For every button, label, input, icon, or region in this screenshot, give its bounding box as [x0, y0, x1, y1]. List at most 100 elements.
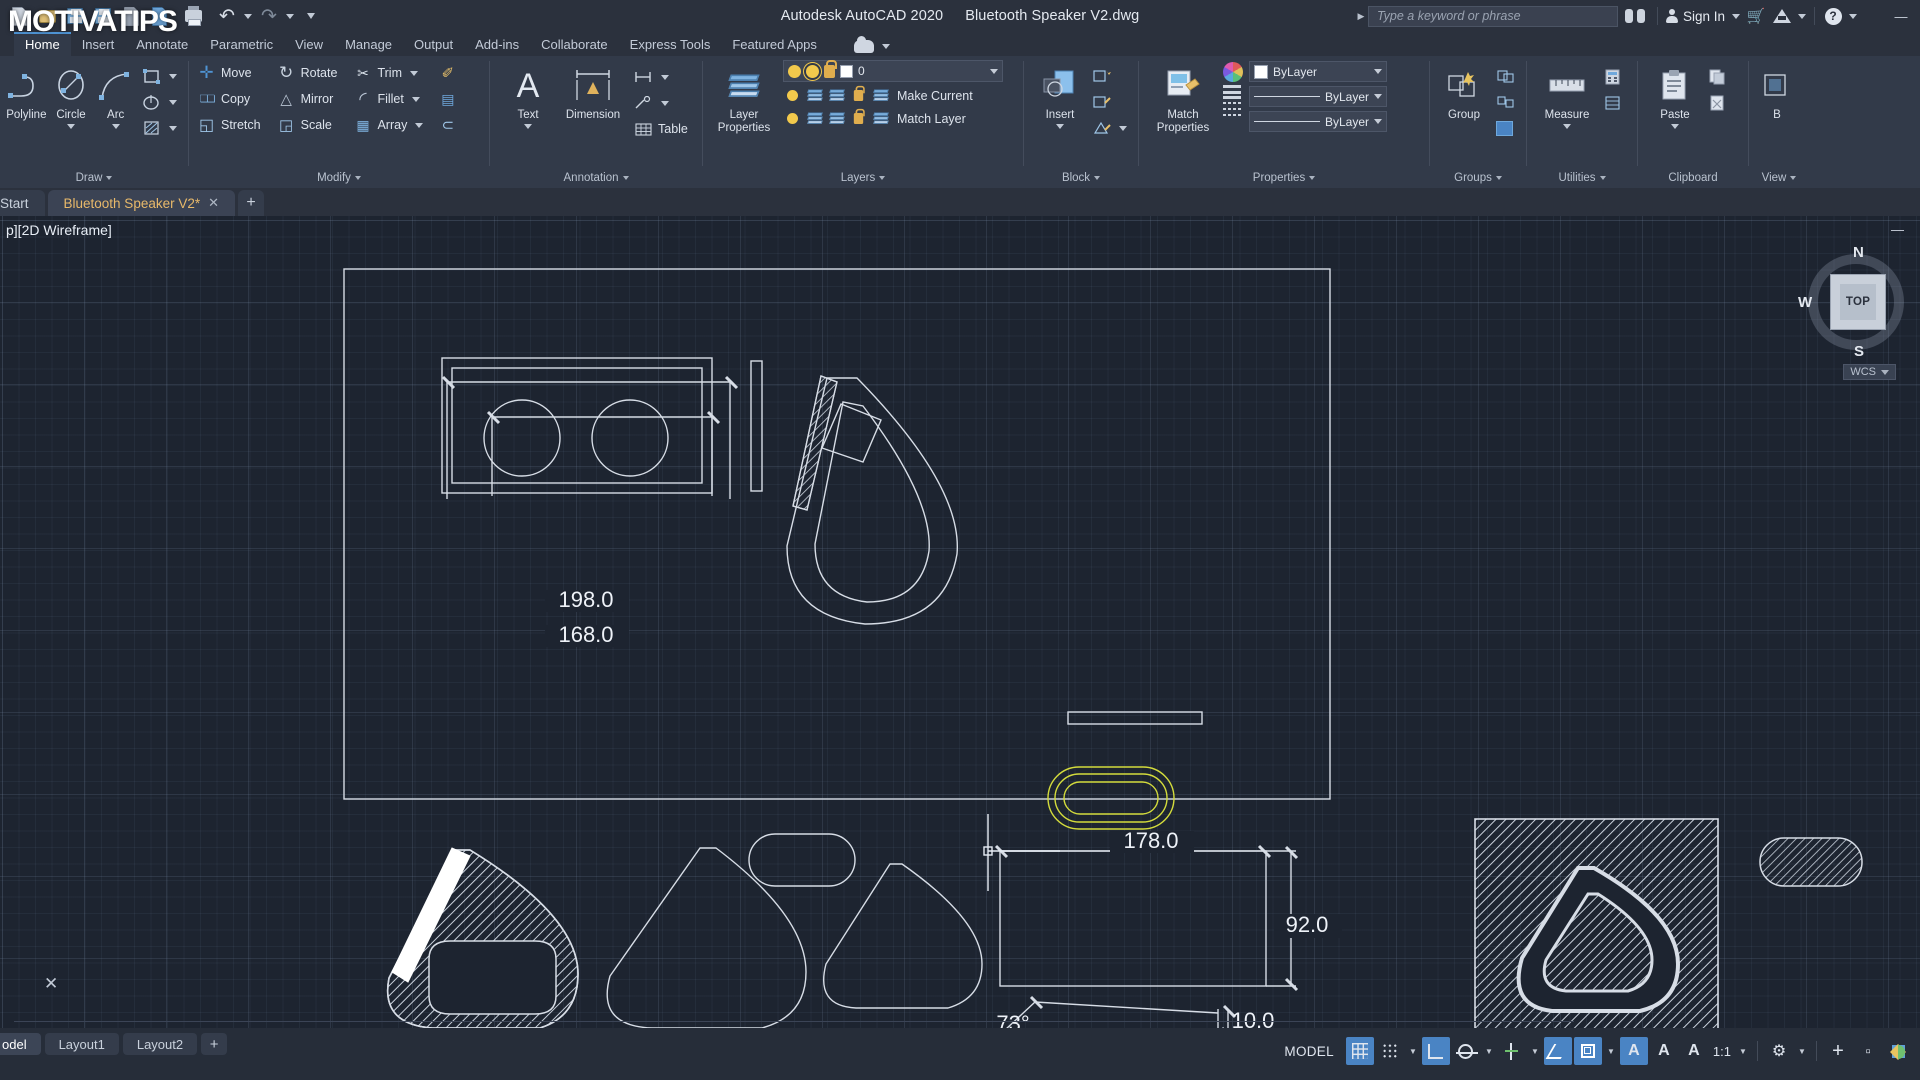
circle-button[interactable]: Circle [49, 60, 94, 129]
id-point-button[interactable] [1599, 90, 1626, 116]
autoscale-button[interactable]: A [1650, 1037, 1678, 1065]
dimstyle-dropdown-icon[interactable] [661, 75, 669, 80]
object-lineweight-dropdown-icon[interactable] [1374, 94, 1382, 99]
object-lineweight-selector[interactable]: ByLayer [1249, 86, 1387, 107]
layout-tab-layout2[interactable]: Layout2 [123, 1033, 197, 1055]
layer-color-swatch[interactable] [840, 65, 853, 78]
cloud-button[interactable] [854, 40, 893, 56]
layout-tab-model[interactable]: odel [0, 1033, 41, 1055]
attribute-dropdown-icon[interactable] [1119, 126, 1127, 131]
object-linetype-dropdown-icon[interactable] [1374, 119, 1382, 124]
tab-output[interactable]: Output [403, 34, 464, 56]
layout-tab-layout1[interactable]: Layout1 [45, 1033, 119, 1055]
match-properties-button[interactable]: Match Properties [1147, 60, 1219, 134]
object-snap-tracking-button[interactable] [1574, 1037, 1602, 1065]
rotate-button[interactable]: Rotate [273, 60, 342, 86]
minimize-button[interactable]: — [1886, 0, 1916, 32]
tab-insert[interactable]: Insert [71, 34, 126, 56]
customization-button[interactable] [1884, 1037, 1912, 1065]
cloud-dropdown-icon[interactable] [882, 44, 890, 49]
redo-dropdown-icon[interactable] [284, 3, 296, 29]
object-linetype-selector[interactable]: ByLayer [1249, 111, 1387, 132]
workspace-dropdown-icon[interactable]: ▼ [1795, 1037, 1809, 1065]
signin-dropdown-icon[interactable] [1729, 3, 1743, 29]
scale-button[interactable]: Scale [273, 112, 342, 138]
attribute-button[interactable] [1088, 115, 1134, 141]
copy-clip-button[interactable] [1704, 64, 1731, 90]
binoculars-icon[interactable] [1624, 7, 1646, 25]
open-folder-icon[interactable] [34, 3, 60, 29]
quickcalc-button[interactable] [1599, 64, 1626, 90]
fillet-button[interactable]: Fillet [349, 86, 430, 112]
layer-unisolate-icon[interactable] [805, 109, 824, 128]
save-icon[interactable] [62, 3, 88, 29]
panel-draw-expand-icon[interactable] [106, 176, 112, 180]
annotation-visibility-button[interactable]: A [1620, 1037, 1648, 1065]
layer-lock-icon[interactable] [849, 86, 868, 105]
object-color-selector[interactable]: ByLayer [1249, 61, 1387, 82]
layer-off-icon[interactable] [805, 86, 824, 105]
cut-clip-button[interactable] [1704, 90, 1731, 116]
make-current-icon[interactable] [871, 86, 890, 105]
text-button[interactable]: A Text [500, 60, 556, 129]
panel-groups-expand-icon[interactable] [1496, 176, 1502, 180]
polyline-button[interactable]: Polyline [4, 60, 49, 122]
tab-addins[interactable]: Add-ins [464, 34, 530, 56]
customize-qat-icon[interactable] [298, 3, 324, 29]
redo-icon[interactable]: ↷ [256, 3, 282, 29]
layer-unlock-all-icon[interactable] [849, 109, 868, 128]
erase-button[interactable] [434, 60, 461, 86]
base-view-button[interactable]: B [1755, 60, 1799, 122]
search-input[interactable]: Type a keyword or phrase [1368, 6, 1618, 27]
layer-thaw-all-icon[interactable] [827, 109, 846, 128]
hatch-button[interactable] [138, 115, 184, 141]
isometric-drafting-button[interactable] [1544, 1037, 1572, 1065]
tab-collaborate[interactable]: Collaborate [530, 34, 619, 56]
ellipse-button[interactable] [138, 89, 184, 115]
tab-featured-apps[interactable]: Featured Apps [721, 34, 828, 56]
layer-unlock-icon[interactable] [824, 65, 835, 78]
object-color-dropdown-icon[interactable] [1374, 69, 1382, 74]
panel-utilities-expand-icon[interactable] [1600, 176, 1606, 180]
layer-isolate-icon[interactable] [783, 86, 802, 105]
cad-geometry[interactable]: 198.0 168.0 178.0 92.0 73° 10.0 198.0 16… [0, 216, 1920, 1028]
layer-dropdown-icon[interactable] [990, 69, 998, 74]
close-icon[interactable]: ✕ [208, 195, 219, 211]
new-file-tab-button[interactable]: + [238, 190, 264, 216]
panel-modify-expand-icon[interactable] [355, 176, 361, 180]
tab-home[interactable]: Home [14, 32, 71, 56]
undo-dropdown-icon[interactable] [242, 3, 254, 29]
command-line-close-icon[interactable]: ✕ [44, 974, 58, 994]
trim-button[interactable]: Trim [349, 60, 430, 86]
sign-in-button[interactable]: Sign In [1683, 9, 1725, 24]
explode-button[interactable] [434, 86, 461, 112]
snap-dropdown-icon[interactable]: ▼ [1406, 1037, 1420, 1065]
panel-view-expand-icon[interactable] [1790, 176, 1796, 180]
scale-dropdown-icon[interactable]: ▼ [1736, 1037, 1750, 1065]
cart-icon[interactable]: 🛒 [1743, 3, 1769, 29]
print-icon[interactable] [180, 3, 206, 29]
measure-dropdown-icon[interactable] [1563, 124, 1571, 129]
otrack-dropdown-icon[interactable]: ▼ [1604, 1037, 1618, 1065]
rectangle-button[interactable] [138, 63, 184, 89]
ortho-mode-button[interactable] [1422, 1037, 1450, 1065]
hatch-dropdown-icon[interactable] [169, 126, 177, 131]
export-icon[interactable] [118, 3, 144, 29]
ellipse-dropdown-icon[interactable] [169, 100, 177, 105]
hardware-acceleration-button[interactable]: + [1824, 1037, 1852, 1065]
group-button[interactable]: Group [1436, 60, 1492, 122]
help-icon[interactable]: ? [1820, 3, 1846, 29]
color-wheel-icon[interactable] [1223, 62, 1243, 82]
autodesk-dropdown-icon[interactable] [1795, 3, 1809, 29]
paste-dropdown-icon[interactable] [1671, 124, 1679, 129]
layer-selector[interactable]: 0 [783, 60, 1003, 82]
edit-block-button[interactable] [1088, 89, 1134, 115]
circle-dropdown-icon[interactable] [67, 124, 75, 129]
array-button[interactable]: Array [349, 112, 430, 138]
match-layer-icon[interactable] [871, 109, 890, 128]
polar-dropdown-icon[interactable]: ▼ [1482, 1037, 1496, 1065]
panel-layers-expand-icon[interactable] [879, 176, 885, 180]
dimstyle-button[interactable] [630, 64, 692, 90]
create-block-button[interactable] [1088, 63, 1134, 89]
annotation-scale-value[interactable]: 1:1 [1710, 1044, 1734, 1059]
